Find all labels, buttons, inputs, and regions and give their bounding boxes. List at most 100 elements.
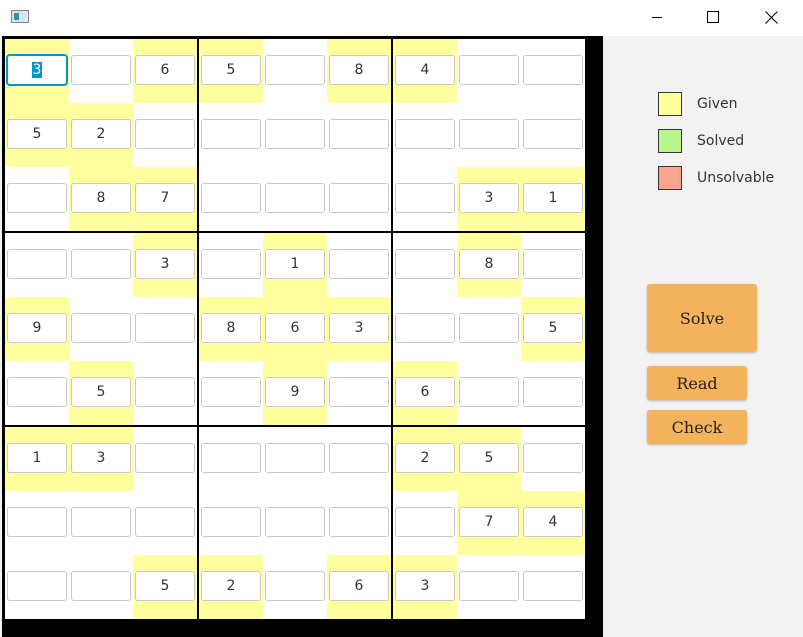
sudoku-cell-input[interactable] — [523, 249, 583, 279]
sudoku-cell-input[interactable] — [71, 507, 131, 537]
sudoku-cell-input[interactable] — [459, 571, 519, 601]
sudoku-cell-input[interactable] — [71, 55, 131, 85]
sudoku-cell-input[interactable]: 1 — [523, 183, 583, 213]
sudoku-cell-input[interactable] — [135, 313, 195, 343]
maximize-icon — [707, 11, 719, 23]
read-button[interactable]: Read — [647, 366, 747, 400]
sudoku-cell-input[interactable] — [523, 443, 583, 473]
sudoku-cell-input[interactable] — [459, 377, 519, 407]
sudoku-cell — [199, 103, 263, 167]
sudoku-cell-input[interactable]: 9 — [265, 377, 325, 407]
sudoku-cell-input[interactable] — [459, 313, 519, 343]
sudoku-cell-input[interactable] — [459, 119, 519, 149]
sudoku-cell-input[interactable] — [7, 377, 67, 407]
sudoku-cell-input[interactable] — [135, 377, 195, 407]
sudoku-cell: 1 — [521, 167, 585, 231]
sudoku-cell-input[interactable]: 3 — [459, 183, 519, 213]
sudoku-cell-input[interactable]: 9 — [7, 313, 67, 343]
sudoku-cell-input[interactable]: 8 — [201, 313, 261, 343]
sudoku-cell-input[interactable]: 8 — [329, 55, 389, 85]
sudoku-cell-input[interactable]: 2 — [71, 119, 131, 149]
sudoku-cell-input[interactable] — [395, 313, 455, 343]
sudoku-cell-input[interactable]: 4 — [523, 507, 583, 537]
close-button[interactable] — [748, 0, 794, 34]
legend-label-given: Given — [697, 96, 738, 112]
sudoku-cell-input[interactable] — [329, 507, 389, 537]
sudoku-cell-input[interactable] — [265, 571, 325, 601]
sudoku-cell-input[interactable]: 2 — [395, 443, 455, 473]
sudoku-cell-value: 3 — [96, 450, 106, 466]
sudoku-cell-input[interactable] — [523, 119, 583, 149]
maximize-button[interactable] — [690, 0, 736, 34]
sudoku-cell-input[interactable] — [201, 443, 261, 473]
sudoku-cell-input[interactable]: 4 — [395, 55, 455, 85]
sudoku-cell-input[interactable] — [329, 183, 389, 213]
sudoku-cell-input[interactable]: 5 — [459, 443, 519, 473]
sudoku-cell-input[interactable] — [395, 507, 455, 537]
sudoku-cell-input[interactable]: 1 — [265, 249, 325, 279]
sudoku-cell-input[interactable]: 7 — [135, 183, 195, 213]
sudoku-cell-input[interactable] — [201, 119, 261, 149]
sudoku-cell-input[interactable]: 2 — [201, 571, 261, 601]
sudoku-cell: 5 — [457, 427, 521, 491]
sudoku-cell-input[interactable]: 6 — [265, 313, 325, 343]
sudoku-cell — [263, 167, 327, 231]
solve-button[interactable]: Solve — [647, 284, 757, 352]
sudoku-cell-input[interactable] — [459, 55, 519, 85]
sudoku-cell-input[interactable] — [201, 377, 261, 407]
sudoku-cell-input[interactable]: 8 — [459, 249, 519, 279]
sudoku-cell-input[interactable] — [395, 249, 455, 279]
sudoku-cell-input[interactable] — [265, 507, 325, 537]
sudoku-cell-input[interactable]: 6 — [329, 571, 389, 601]
sudoku-cell-input[interactable]: 7 — [459, 507, 519, 537]
sudoku-cell-input[interactable]: 5 — [71, 377, 131, 407]
sudoku-cell-input[interactable] — [329, 443, 389, 473]
sudoku-cell-input[interactable] — [395, 183, 455, 213]
sudoku-cell-input[interactable] — [329, 119, 389, 149]
sudoku-cell-input[interactable] — [201, 507, 261, 537]
sudoku-cell — [263, 39, 327, 103]
sudoku-cell-input[interactable] — [523, 571, 583, 601]
sudoku-cell-input[interactable]: 3 — [135, 249, 195, 279]
sudoku-cell-input[interactable] — [135, 443, 195, 473]
sudoku-cell-input[interactable]: 1 — [7, 443, 67, 473]
sudoku-cell-input[interactable] — [201, 183, 261, 213]
sudoku-cell-input[interactable] — [265, 183, 325, 213]
sudoku-cell-input[interactable]: 6 — [395, 377, 455, 407]
check-button[interactable]: Check — [647, 410, 747, 444]
sudoku-cell-input[interactable]: 3 — [395, 571, 455, 601]
sudoku-cell-value: 5 — [32, 126, 42, 142]
sudoku-cell-input[interactable] — [523, 377, 583, 407]
sudoku-cell-input[interactable] — [135, 507, 195, 537]
sudoku-cell — [521, 103, 585, 167]
legend-label-solved: Solved — [697, 133, 745, 149]
sudoku-cell-input[interactable] — [7, 183, 67, 213]
sudoku-cell-input[interactable] — [329, 377, 389, 407]
sudoku-cell: 4 — [521, 491, 585, 555]
sudoku-cell-input[interactable]: 5 — [7, 119, 67, 149]
sudoku-cell-input[interactable] — [71, 313, 131, 343]
sudoku-cell-input[interactable]: 3 — [329, 313, 389, 343]
sudoku-cell-input[interactable] — [395, 119, 455, 149]
sudoku-cell-input[interactable] — [265, 55, 325, 85]
sudoku-cell-input[interactable] — [7, 571, 67, 601]
sudoku-cell-input[interactable] — [201, 249, 261, 279]
sudoku-cell-input[interactable]: 5 — [135, 571, 195, 601]
sudoku-cell-input[interactable] — [265, 443, 325, 473]
minimize-button[interactable] — [634, 0, 680, 34]
sudoku-cell-input[interactable]: 6 — [135, 55, 195, 85]
sudoku-cell-input[interactable]: 3 — [7, 55, 67, 85]
sudoku-cell-input[interactable]: 5 — [523, 313, 583, 343]
sudoku-cell-input[interactable]: 3 — [71, 443, 131, 473]
sudoku-cell-input[interactable] — [265, 119, 325, 149]
sudoku-cell-input[interactable] — [135, 119, 195, 149]
sudoku-cell-input[interactable] — [71, 571, 131, 601]
sudoku-cell-input[interactable] — [7, 507, 67, 537]
sudoku-cell-input[interactable] — [329, 249, 389, 279]
sudoku-cell-value: 6 — [290, 320, 300, 336]
sudoku-cell-input[interactable] — [71, 249, 131, 279]
sudoku-cell-input[interactable]: 8 — [71, 183, 131, 213]
sudoku-cell-input[interactable]: 5 — [201, 55, 261, 85]
sudoku-cell-input[interactable] — [523, 55, 583, 85]
sudoku-cell-input[interactable] — [7, 249, 67, 279]
